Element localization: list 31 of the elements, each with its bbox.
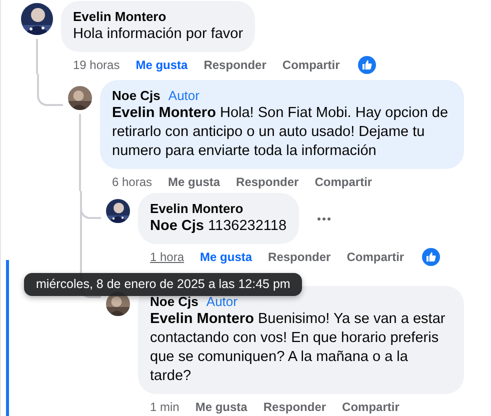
comment-text: Evelin Montero Buenisimo! Ya se van a estar contactando con vos! En que horario preferis que se comuniquen? A la mañana o a la tarde? (150, 310, 446, 386)
author-label: Autor (206, 293, 238, 310)
author-name[interactable]: Evelin Montero (73, 8, 166, 25)
comment-text: Evelin Montero Hola! Son Fiat Mobi. Hay opcion de retirarlo con anticipo o un auto usado! Dejame tu numero para enviarte toda la información (112, 104, 450, 161)
share-link[interactable]: Compartir (282, 58, 340, 72)
share-link[interactable]: Compartir (314, 174, 372, 188)
thumbs-up-icon[interactable] (422, 248, 440, 266)
reply-link[interactable]: Responder (236, 174, 299, 188)
like-link[interactable]: Me gusta (136, 58, 188, 72)
author-name[interactable]: Noe Cjs (112, 87, 160, 104)
like-link[interactable]: Me gusta (195, 400, 248, 414)
comment-text: Hola información por favor (73, 25, 244, 44)
author-label: Autor (168, 87, 200, 104)
timestamp-link[interactable]: 1 hora (150, 250, 184, 264)
timestamp-link[interactable]: 19 horas (73, 58, 120, 72)
date-tooltip: miércoles, 8 de enero de 2025 a las 12:45 pm (24, 273, 302, 296)
timestamp-link[interactable]: 6 horas (112, 174, 152, 188)
share-link[interactable]: Compartir (342, 400, 400, 414)
reply-link[interactable]: Responder (268, 250, 331, 264)
thread-connector (37, 74, 63, 106)
like-link[interactable]: Me gusta (168, 174, 220, 188)
comment-text: Noe Cjs 1136232118 (150, 217, 287, 236)
timestamp-link[interactable]: 1 min (150, 400, 180, 414)
reply-link[interactable]: Responder (263, 400, 326, 414)
share-link[interactable]: Compartir (346, 250, 404, 264)
thread-line (36, 39, 38, 74)
like-link[interactable]: Me gusta (200, 250, 252, 264)
thumbs-up-icon[interactable] (358, 56, 376, 74)
author-name[interactable]: Noe Cjs (150, 293, 198, 310)
author-name[interactable]: Evelin Montero (150, 200, 244, 217)
reply-link[interactable]: Responder (204, 58, 266, 72)
